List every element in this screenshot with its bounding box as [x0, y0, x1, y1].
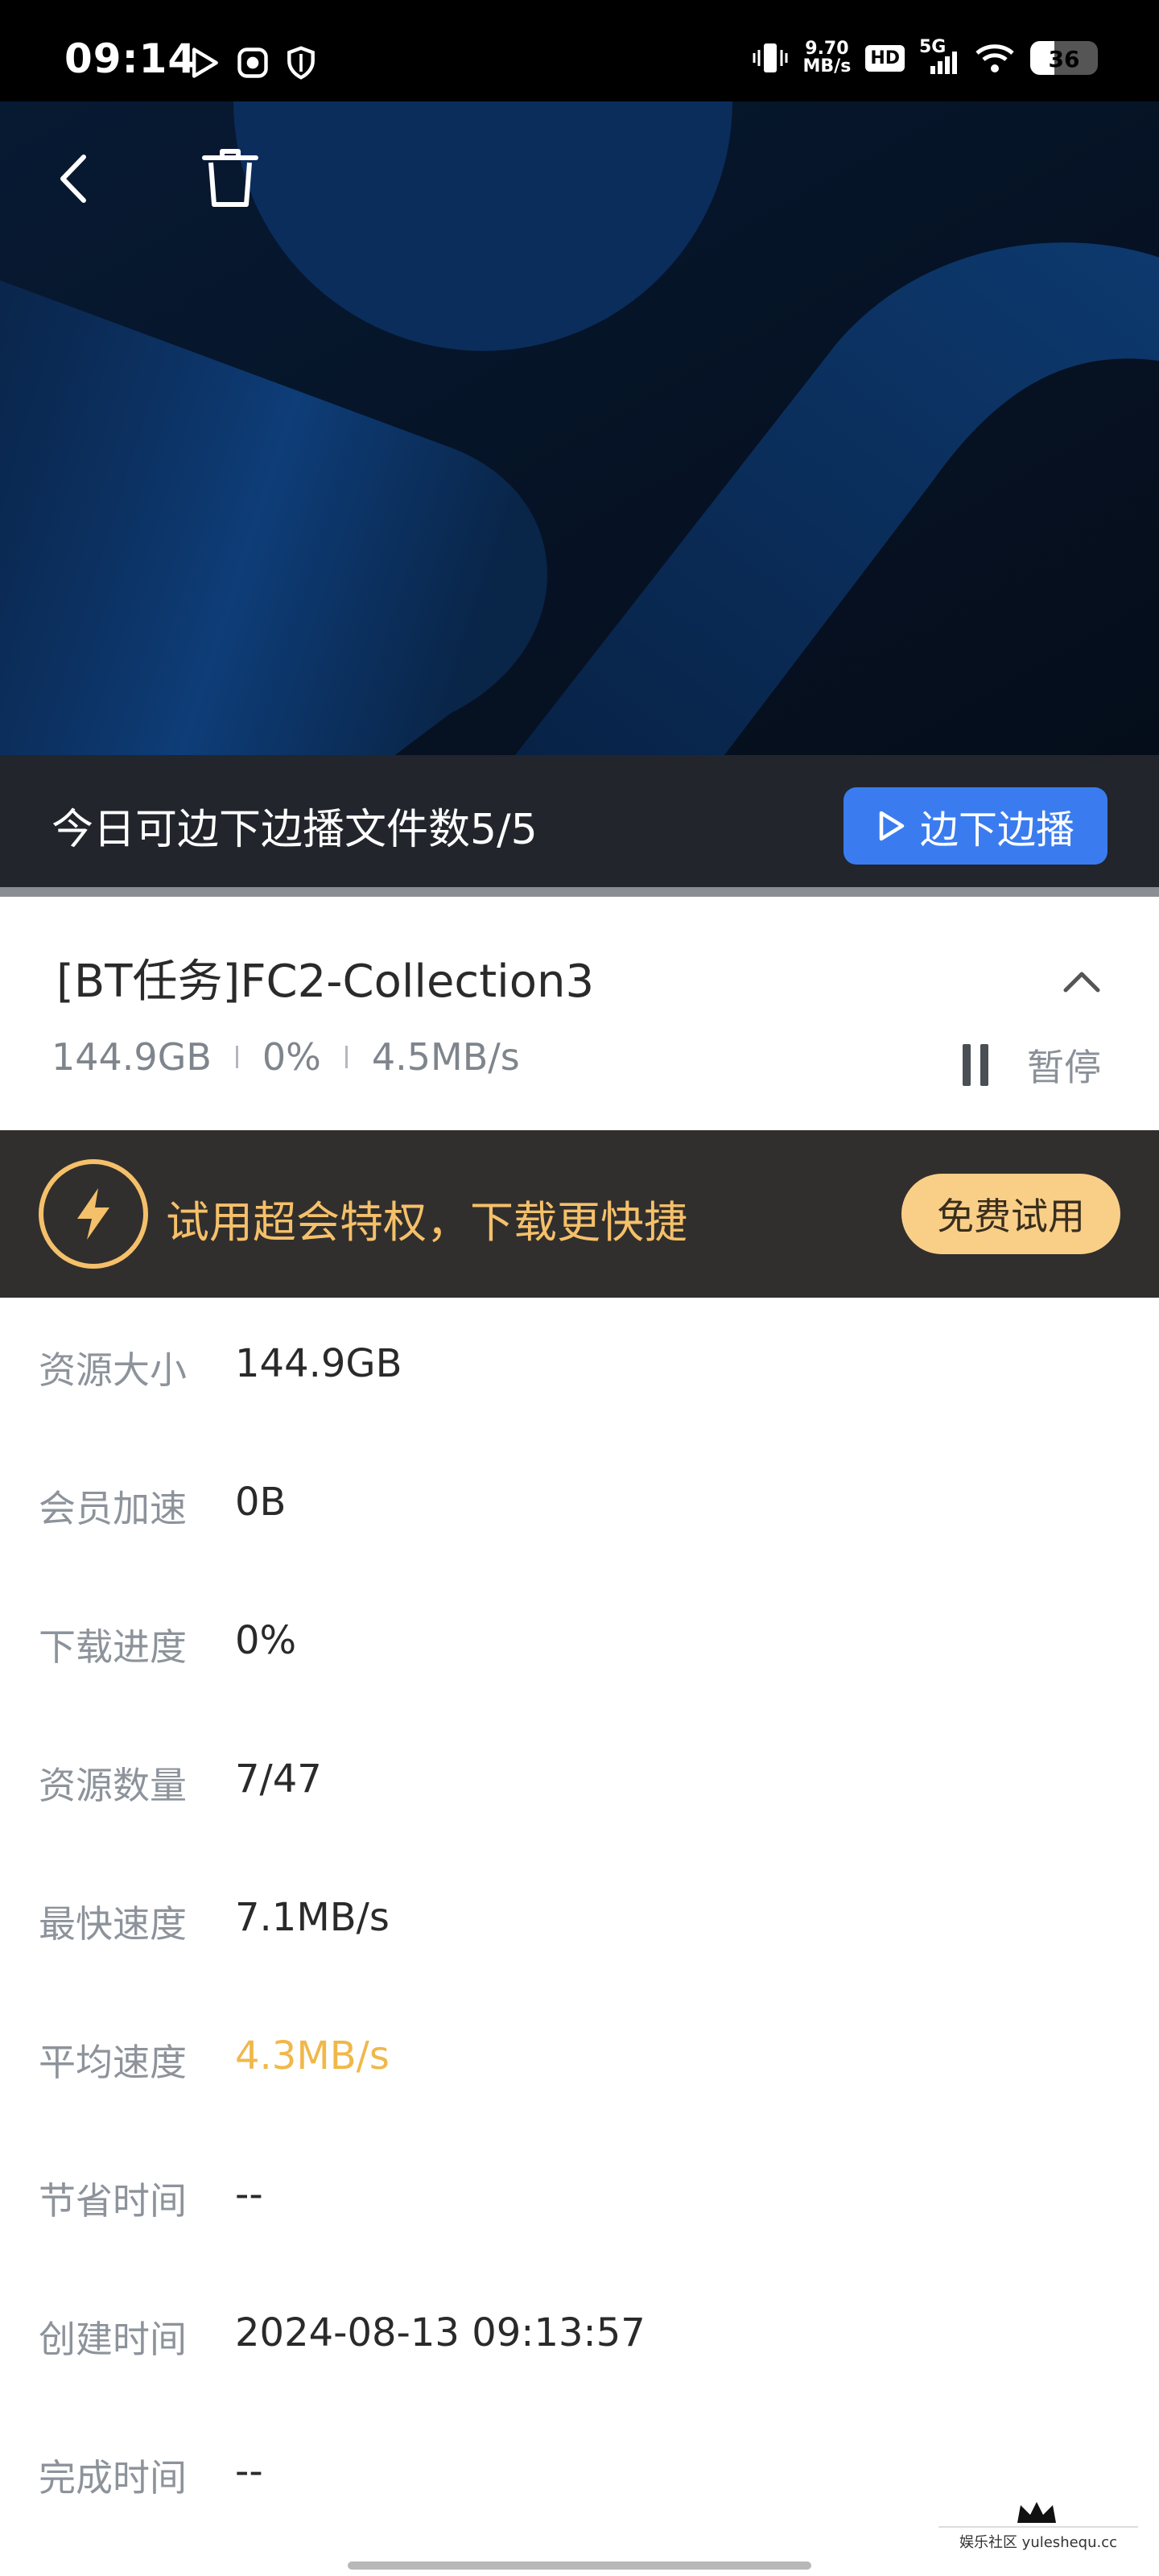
detail-row: 资源数量 7/47	[0, 1732, 1159, 1829]
lightning-icon	[39, 1159, 148, 1269]
detail-row: 下载进度 0%	[0, 1594, 1159, 1690]
detail-value: 4.3MB/s	[235, 2033, 390, 2079]
battery-level: 36	[1048, 46, 1080, 72]
back-button[interactable]	[35, 138, 116, 219]
promo-text: 试用超会特权，下载更快捷	[166, 1197, 687, 1248]
network-speed: 9.70 MB/s	[803, 40, 852, 76]
task-title: [BT任务]FC2-Collection3	[56, 956, 595, 1008]
detail-value: --	[235, 2172, 263, 2217]
detail-row: 资源大小 144.9GB	[0, 1317, 1159, 1414]
meta-separator	[344, 1046, 348, 1068]
cellular-signal-icon: 5G	[919, 37, 959, 76]
hd-badge: HD	[865, 44, 905, 72]
task-progress: 0%	[262, 1035, 321, 1079]
detail-label: 创建时间	[39, 2318, 187, 2361]
detail-label: 资源大小	[39, 1348, 187, 1392]
divider	[0, 887, 1159, 897]
detail-label: 完成时间	[39, 2456, 187, 2500]
chevron-up-icon	[1063, 972, 1100, 993]
video-preview-area[interactable]	[0, 101, 1159, 755]
pause-label: 暂停	[1027, 1046, 1101, 1089]
status-notification-icons	[187, 45, 319, 80]
watermark-text: 娱乐社区 yuleshequ.cc	[959, 2534, 1118, 2551]
detail-label: 会员加速	[39, 1487, 187, 1530]
pause-button[interactable]: 暂停	[959, 1038, 1101, 1092]
detail-label: 节省时间	[39, 2179, 187, 2223]
detail-value: 2024-08-13 09:13:57	[235, 2310, 645, 2355]
app-notification-icon	[237, 47, 268, 78]
vibrate-icon	[753, 43, 788, 72]
crown-icon	[1017, 2502, 1056, 2523]
detail-label: 下载进度	[39, 1625, 187, 1669]
detail-value: 144.9GB	[235, 1341, 402, 1386]
detail-value: 7/47	[235, 1757, 322, 1802]
detail-row: 平均速度 4.3MB/s	[0, 2009, 1159, 2106]
task-size: 144.9GB	[52, 1035, 212, 1079]
stream-quota-text: 今日可边下边播文件数5/5	[52, 806, 538, 854]
network-speed-value: 9.70	[805, 39, 849, 59]
task-speed: 4.5MB/s	[371, 1035, 520, 1079]
battery-indicator: 36	[1030, 41, 1098, 75]
detail-row: 会员加速 0B	[0, 1455, 1159, 1552]
status-time: 09:14	[64, 35, 197, 82]
detail-label: 平均速度	[39, 2041, 187, 2084]
detail-value: --	[235, 2449, 263, 2494]
chevron-left-icon	[60, 155, 86, 203]
detail-label: 最快速度	[39, 1902, 187, 1946]
wifi-icon	[975, 44, 1014, 72]
delete-button[interactable]	[190, 138, 270, 219]
detail-row: 创建时间 2024-08-13 09:13:57	[0, 2286, 1159, 2383]
detail-label: 资源数量	[39, 1764, 187, 1807]
watermark-line	[938, 2526, 1138, 2528]
watermark: 娱乐社区 yuleshequ.cc	[934, 2496, 1143, 2553]
detail-value: 0B	[235, 1480, 287, 1525]
stream-play-label: 边下边播	[919, 807, 1074, 852]
task-meta: 144.9GB 0% 4.5MB/s	[52, 1035, 520, 1079]
play-store-icon	[192, 47, 218, 78]
detail-value: 7.1MB/s	[235, 1895, 390, 1940]
status-system-icons: 9.70 MB/s HD 5G 36	[752, 37, 1098, 76]
collapse-button[interactable]	[1056, 961, 1107, 1001]
shield-icon	[287, 46, 315, 80]
play-icon	[879, 811, 905, 841]
hero-background	[0, 101, 1159, 755]
pause-icon	[959, 1044, 992, 1086]
vip-promo-banner[interactable]: 试用超会特权，下载更快捷 免费试用	[0, 1130, 1159, 1298]
detail-row: 最快速度 7.1MB/s	[0, 1871, 1159, 1967]
network-speed-unit: MB/s	[802, 56, 852, 76]
detail-value: 0%	[235, 1618, 297, 1663]
free-trial-button[interactable]: 免费试用	[901, 1174, 1120, 1254]
home-indicator[interactable]	[348, 2562, 811, 2570]
meta-separator	[235, 1046, 238, 1068]
trash-icon	[202, 149, 258, 207]
detail-row: 节省时间 --	[0, 2148, 1159, 2244]
stream-play-button[interactable]: 边下边播	[843, 787, 1107, 865]
status-bar: 09:14 9.70 MB/s HD 5G 36	[0, 0, 1159, 101]
stream-play-bar: 今日可边下边播文件数5/5 边下边播	[0, 755, 1159, 887]
